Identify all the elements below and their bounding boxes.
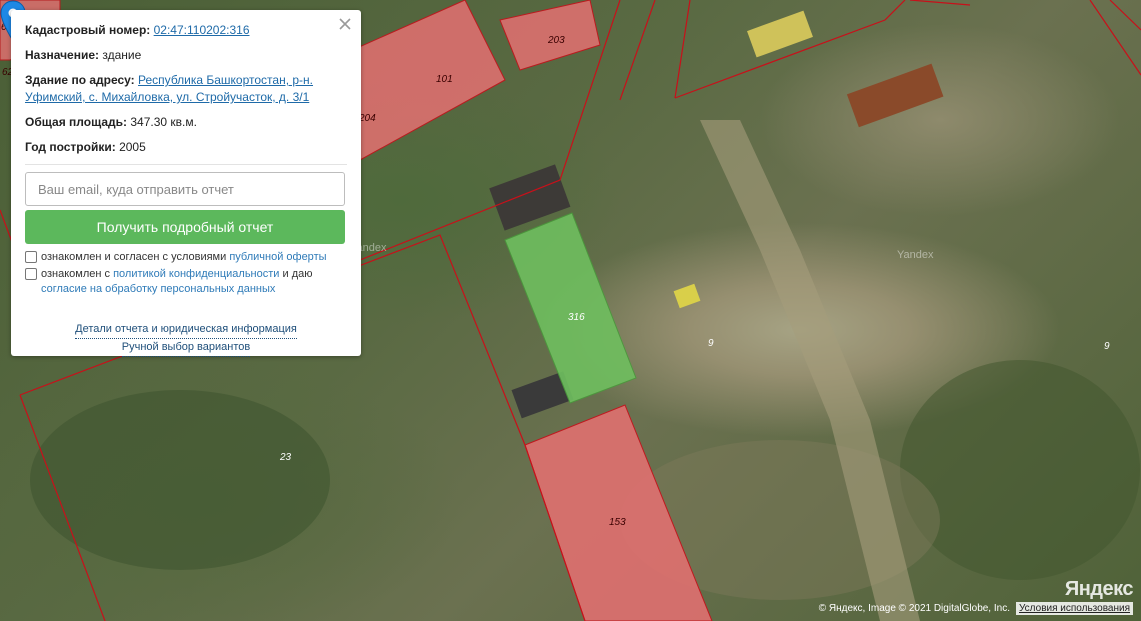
privacy-consent-checkbox[interactable]	[25, 268, 37, 280]
terms-link[interactable]: Условия использования	[1016, 602, 1133, 615]
copyright-text: © Яндекс, Image © 2021 DigitalGlobe, Inc…	[818, 603, 1010, 614]
privacy-policy-link[interactable]: политикой конфиденциальности	[113, 268, 279, 280]
purpose-row: Назначение: здание	[25, 47, 347, 64]
vegetation-patch	[30, 390, 330, 570]
boundary-line	[674, 0, 691, 99]
address-label: Здание по адресу:	[25, 73, 135, 87]
purpose-value: здание	[102, 48, 142, 62]
boundary-line	[674, 0, 906, 99]
parcel-label-316: 316	[568, 312, 585, 323]
parcel-info-popup: Кадастровый номер: 02:47:110202:316 Назн…	[11, 10, 361, 357]
parcel-label-9: 9	[708, 338, 714, 349]
vehicle	[673, 283, 701, 309]
offer-consent-checkbox[interactable]	[25, 251, 37, 263]
email-input[interactable]: Ваш email, куда отправить отчет	[25, 172, 345, 206]
manual-selection-link[interactable]: Ручной выбор вариантов	[121, 339, 251, 357]
cadastral-number-link[interactable]: 02:47:110202:316	[154, 23, 250, 37]
boundary-line	[1109, 0, 1141, 31]
vegetation-patch	[900, 360, 1140, 580]
parcel-label-23: 23	[279, 452, 292, 463]
boundary-line	[1089, 0, 1141, 76]
personal-data-consent-indent: согласие на обработку персональных данны…	[41, 282, 275, 297]
area-row: Общая площадь: 347.30 кв.м.	[25, 114, 347, 131]
offer-consent-text: ознакомлен и согласен с условиями публич…	[41, 250, 327, 265]
parcel-label-153: 153	[609, 517, 626, 528]
map-copyright: © Яндекс, Image © 2021 DigitalGlobe, Inc…	[819, 602, 1133, 615]
boundary-line	[619, 0, 656, 101]
privacy-consent-checkbox-row: ознакомлен с политикой конфиденциальност…	[25, 267, 347, 282]
truck	[846, 63, 944, 128]
map-watermark: Yandex	[897, 249, 934, 261]
privacy-consent-text: ознакомлен с политикой конфиденциальност…	[41, 267, 313, 282]
area-label: Общая площадь:	[25, 115, 128, 129]
address-row: Здание по адресу: Республика Башкортоста…	[25, 72, 347, 106]
offer-consent-label: ознакомлен и согласен с условиями	[41, 251, 227, 263]
parcel-label-101: 101	[436, 74, 453, 85]
privacy-consent-label-a: ознакомлен с	[41, 268, 111, 280]
purpose-label: Назначение:	[25, 48, 100, 62]
year-label: Год постройки:	[25, 140, 116, 154]
selected-parcel-316[interactable]	[504, 212, 637, 404]
offer-consent-checkbox-row: ознакомлен и согласен с условиями публич…	[25, 250, 347, 265]
popup-footer-links: Детали отчета и юридическая информация Р…	[25, 321, 347, 357]
close-icon[interactable]	[337, 16, 353, 32]
parcel-label-9-east: 9	[1104, 341, 1110, 352]
boundary-line	[909, 0, 971, 6]
privacy-consent-label-b: и даю	[282, 268, 313, 280]
yandex-logo: Яндекс	[1064, 578, 1134, 600]
parcel-label-203: 203	[547, 35, 565, 46]
cadastral-number-row: Кадастровый номер: 02:47:110202:316	[25, 22, 347, 39]
cadastral-label: Кадастровый номер:	[25, 23, 151, 37]
area-value: 347.30 кв.м.	[130, 115, 197, 129]
personal-data-consent-row: согласие на обработку персональных данны…	[25, 282, 347, 297]
personal-data-consent-link[interactable]: согласие на обработку персональных данны…	[41, 283, 275, 295]
get-report-button[interactable]: Получить подробный отчет	[25, 210, 345, 244]
year-row: Год постройки: 2005	[25, 139, 347, 156]
divider	[25, 164, 347, 165]
year-value: 2005	[119, 140, 146, 154]
public-offer-link[interactable]: публичной оферты	[229, 251, 326, 263]
report-details-link[interactable]: Детали отчета и юридическая информация	[75, 321, 297, 339]
